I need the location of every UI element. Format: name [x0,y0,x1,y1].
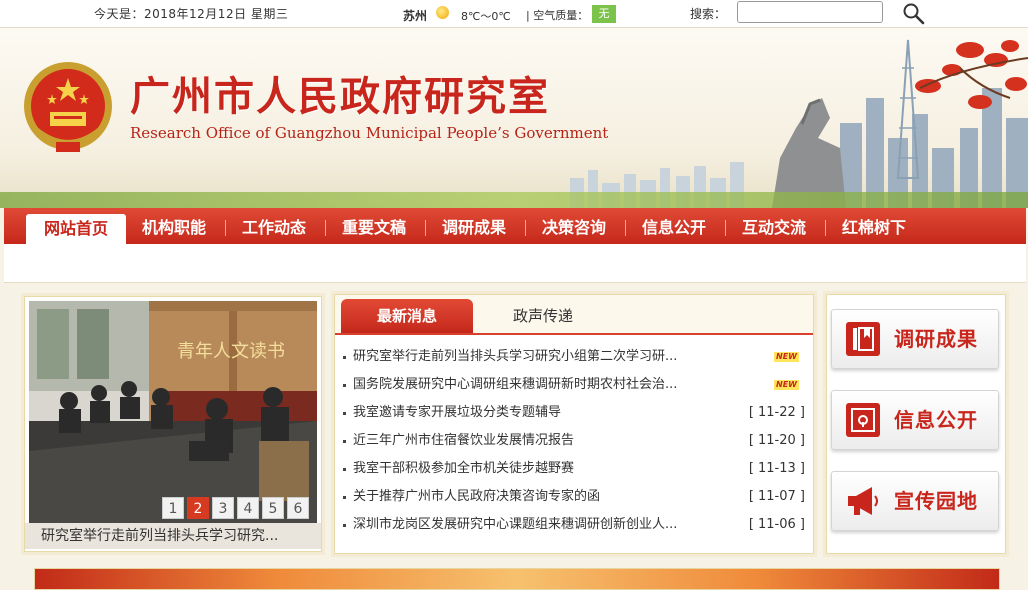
news-date: [ 11-13 ] [748,461,805,476]
header-banner: 广州市人民政府研究室 Research Office of Guangzhou … [0,28,1028,208]
slide-page-4[interactable]: 4 [237,497,259,519]
svg-text:青年人文读书: 青年人文读书 [177,341,285,362]
air-quality-badge: 无 [592,5,616,23]
slide-page-6[interactable]: 6 [287,497,309,519]
bullet-icon [343,468,346,471]
quick-links-panel: 调研成果 信息公开 宣传园地 [826,294,1006,554]
new-badge: NEW [774,352,799,362]
book-icon [844,320,882,358]
info-disclosure-label: 信息公开 [894,408,978,432]
nav-divider [825,220,826,236]
search-input[interactable] [737,1,883,23]
national-emblem-icon [22,60,114,156]
publicity-garden-label: 宣传园地 [894,489,978,513]
top-bar: 今天是：2018年12月12日 星期三 苏州 8℃～0℃ | 空气质量： 无 搜… [0,0,1028,28]
nav-item-disclosure[interactable]: 信息公开 [642,208,706,244]
news-title[interactable]: 我室干部积极参加全市机关徒步越野赛 [353,455,574,483]
slide-photo[interactable]: 青年人文读书 1 2 3 4 5 6 [29,301,317,523]
subnav-bar [4,244,1026,283]
bullet-icon [343,356,346,359]
news-item[interactable]: 研究室举行走前列当排头兵学习研究小组第二次学习研... NEW [335,343,813,371]
magnifier-icon[interactable] [902,2,926,26]
slide-page-1[interactable]: 1 [162,497,184,519]
news-title[interactable]: 国务院发展研究中心调研组来穗调研新时期农村社会治... [353,371,677,399]
news-date: [ 11-20 ] [748,433,805,448]
nav-divider [225,220,226,236]
tab-government-voice[interactable]: 政声传递 [483,299,603,333]
nav-divider [525,220,526,236]
search-label: 搜索： [690,7,727,21]
slide-page-3[interactable]: 3 [212,497,234,519]
news-title[interactable]: 深圳市龙岗区发展研究中心课题组来穗调研创新创业人... [353,511,677,539]
slide-caption[interactable]: 研究室举行走前列当排头兵学习研究... [25,523,321,549]
news-title[interactable]: 研究室举行走前列当排头兵学习研究小组第二次学习研... [353,343,677,371]
photo-slideshow: 青年人文读书 1 2 3 4 5 6 研究室举行走前列当排头兵学习研究... [24,296,322,552]
news-list: 研究室举行走前列当排头兵学习研究小组第二次学习研... NEW 国务院发展研究中心… [335,343,813,539]
nav-item-home[interactable]: 网站首页 [26,214,126,244]
nav-divider [425,220,426,236]
news-panel: 最新消息 政声传递 研究室举行走前列当排头兵学习研究小组第二次学习研... NEW… [334,294,814,554]
news-item[interactable]: 近三年广州市住宿餐饮业发展情况报告 [ 11-20 ] [335,427,813,455]
news-date: [ 11-06 ] [748,517,805,532]
news-item[interactable]: 我室邀请专家开展垃圾分类专题辅导 [ 11-22 ] [335,399,813,427]
slide-banner-text: 青年人文读书 [177,341,285,362]
megaphone-icon [844,482,882,520]
slide-page-2[interactable]: 2 [187,497,209,519]
info-disclosure-button[interactable]: 信息公开 [831,390,999,450]
news-item[interactable]: 国务院发展研究中心调研组来穗调研新时期农村社会治... NEW [335,371,813,399]
news-title[interactable]: 近三年广州市住宿餐饮业发展情况报告 [353,427,574,455]
main-navigation: 网站首页 机构职能 工作动态 重要文稿 调研成果 决策咨询 信息公开 互动交流 … [4,208,1026,244]
city-skyline-illustration [540,28,1028,208]
bullet-icon [343,412,346,415]
news-date: [ 11-22 ] [748,405,805,420]
new-badge: NEW [774,380,799,390]
nav-item-kapok[interactable]: 红棉树下 [842,208,906,244]
weather-city: 苏州 [403,9,428,23]
bullet-icon [343,440,346,443]
nav-item-documents[interactable]: 重要文稿 [342,208,406,244]
news-item[interactable]: 我室干部积极参加全市机关徒步越野赛 [ 11-13 ] [335,455,813,483]
news-item[interactable]: 关于推荐广州市人民政府决策咨询专家的函 [ 11-07 ] [335,483,813,511]
bullet-icon [343,384,346,387]
site-subtitle: Research Office of Guangzhou Municipal P… [130,124,609,142]
grass-divider [0,192,1028,208]
news-tabs: 最新消息 政声传递 [335,295,813,335]
sun-icon [436,6,449,19]
nav-divider [625,220,626,236]
bullet-icon [343,524,346,527]
bottom-banner [34,568,1000,590]
nav-divider [725,220,726,236]
safe-icon [844,401,882,439]
news-date: [ 11-07 ] [748,489,805,504]
weather-temperature: 8℃～0℃ [461,10,511,23]
news-title[interactable]: 我室邀请专家开展垃圾分类专题辅导 [353,399,561,427]
slide-pager: 1 2 3 4 5 6 [162,497,309,519]
air-quality-label: | 空气质量： [526,9,589,22]
site-title: 广州市人民政府研究室 [130,73,550,120]
nav-item-work-news[interactable]: 工作动态 [242,208,306,244]
slide-page-5[interactable]: 5 [262,497,284,519]
nav-item-consulting[interactable]: 决策咨询 [542,208,606,244]
bullet-icon [343,496,346,499]
nav-item-research[interactable]: 调研成果 [442,208,506,244]
nav-item-functions[interactable]: 机构职能 [142,208,206,244]
nav-divider [325,220,326,236]
research-results-button[interactable]: 调研成果 [831,309,999,369]
current-date: 今天是：2018年12月12日 星期三 [94,7,289,21]
news-item[interactable]: 深圳市龙岗区发展研究中心课题组来穗调研创新创业人... [ 11-06 ] [335,511,813,539]
publicity-garden-button[interactable]: 宣传园地 [831,471,999,531]
tab-latest-news[interactable]: 最新消息 [341,299,473,333]
nav-item-interaction[interactable]: 互动交流 [742,208,806,244]
research-results-label: 调研成果 [894,327,978,351]
news-title[interactable]: 关于推荐广州市人民政府决策咨询专家的函 [353,483,600,511]
